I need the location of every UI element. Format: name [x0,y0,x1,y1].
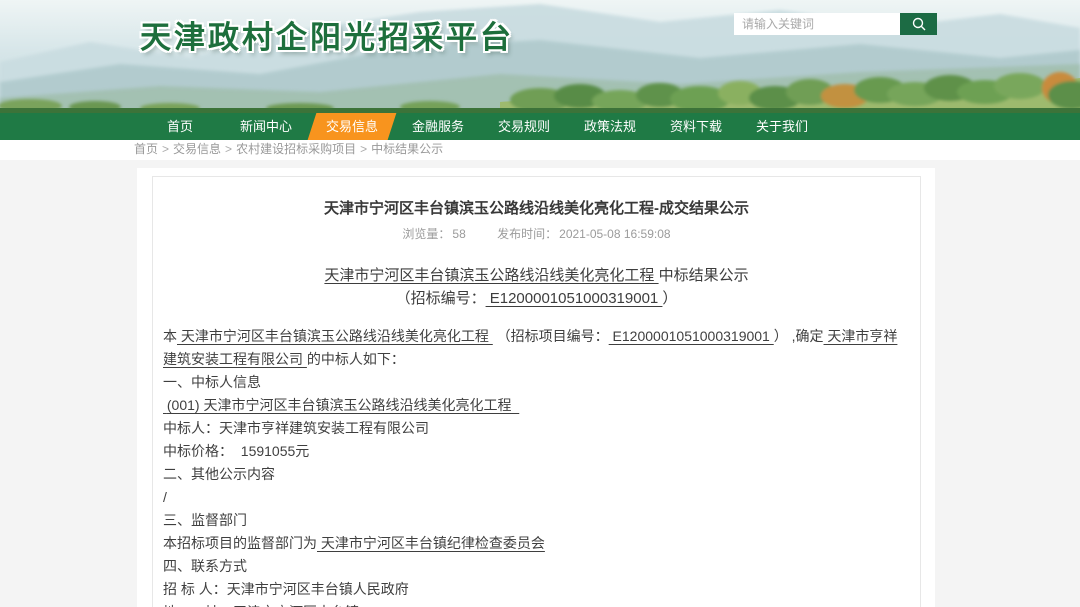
search-input[interactable] [734,13,900,35]
breadcrumb-link[interactable]: 交易信息 [173,142,221,156]
nav-item-trade-info[interactable]: 交易信息 [309,113,395,140]
nav-item-trade-rules[interactable]: 交易规则 [481,113,567,140]
nav-item-label: 交易规则 [498,119,550,134]
text: 中标价格： 1591055元 [163,443,309,459]
text: 中标结果公示 [659,267,749,284]
nav-item-label: 新闻中心 [240,119,292,134]
body-line: 本 天津市宁河区丰台镇滨玉公路线沿线美化亮化工程 （招标项目编号： E12000… [163,325,910,371]
text: 中标人：天津市亨祥建筑安装工程有限公司 [163,420,429,436]
nav-item-financial-services[interactable]: 金融服务 [395,113,481,140]
body-line: 一、中标人信息 [163,371,910,394]
nav-item-label: 关于我们 [756,119,808,134]
body-line: 本招标项目的监督部门为 天津市宁河区丰台镇纪律检查委员会 [163,532,910,555]
site-title: 天津政村企阳光招采平台 [140,12,514,57]
text: （招标项目编号： [493,328,609,344]
page-body: 天津市宁河区丰台镇滨玉公路线沿线美化亮化工程-成交结果公示 浏览量：58 发布时… [0,168,1080,607]
text: 二、其他公示内容 [163,466,275,482]
text: 的中标人如下： [307,351,405,367]
views-label: 浏览量： [402,227,450,241]
underlined-text: 天津市宁河区丰台镇纪律检查委员会 [317,535,545,551]
nav-item-label: 金融服务 [412,119,464,134]
breadcrumb-link[interactable]: 农村建设招标采购项目 [236,142,356,156]
breadcrumb-separator: > [225,142,232,156]
body-line: 四、联系方式 [163,555,910,578]
subtitle-line: 天津市宁河区丰台镇滨玉公路线沿线美化亮化工程 中标结果公示 [163,264,910,287]
article-subtitle-block: 天津市宁河区丰台镇滨玉公路线沿线美化亮化工程 中标结果公示（招标编号： E120… [163,264,910,310]
breadcrumb-current: 中标结果公示 [371,142,443,156]
text: 一、中标人信息 [163,374,261,390]
text: 三、监督部门 [163,512,247,528]
body-line: / [163,486,910,509]
nav-item-label: 首页 [167,119,193,134]
views-count: 58 [452,227,465,241]
publish-meta: 发布时间：2021-05-08 16:59:08 [497,227,670,241]
text: / [163,489,167,505]
underlined-text: E1200001051000319001 [609,328,774,344]
article-meta: 浏览量：58 发布时间：2021-05-08 16:59:08 [163,225,910,242]
search-button[interactable] [900,13,937,35]
body-line: 中标价格： 1591055元 [163,440,910,463]
search-icon [911,16,927,32]
body-line: 地 址：天津市宁河区丰台镇 [163,601,910,607]
article-box: 天津市宁河区丰台镇滨玉公路线沿线美化亮化工程-成交结果公示 浏览量：58 发布时… [152,176,921,607]
nav-item-news-center[interactable]: 新闻中心 [223,113,309,140]
text: 招 标 人：天津市宁河区丰台镇人民政府 [163,581,409,597]
breadcrumb-separator: > [162,142,169,156]
article-title: 天津市宁河区丰台镇滨玉公路线沿线美化亮化工程-成交结果公示 [163,197,910,218]
nav-item-downloads[interactable]: 资料下载 [653,113,739,140]
search-box [734,13,937,35]
body-line: 中标人：天津市亨祥建筑安装工程有限公司 [163,417,910,440]
publish-label: 发布时间： [497,227,557,241]
nav-item-label: 资料下载 [670,119,722,134]
main-nav: 首页 新闻中心 交易信息 金融服务 交易规则 政策法规 资料下载 关于我们 [0,113,1080,140]
body-line: (001) 天津市宁河区丰台镇滨玉公路线沿线美化亮化工程 [163,394,910,417]
nav-item-about-us[interactable]: 关于我们 [739,113,825,140]
page: 天津政村企阳光招采平台 首页新闻中心交易信息金融服务交易规则政策法规资料下载关于… [0,0,1080,607]
breadcrumb-separator: > [360,142,367,156]
nav-item-label: 政策法规 [584,119,636,134]
article-body: 本 天津市宁河区丰台镇滨玉公路线沿线美化亮化工程 （招标项目编号： E12000… [163,325,910,607]
breadcrumb-link[interactable]: 首页 [134,142,158,156]
underlined-text: 天津市宁河区丰台镇滨玉公路线沿线美化亮化工程 [177,328,493,344]
text: ） ,确定 [774,328,824,344]
nav-item-label: 交易信息 [326,119,378,134]
body-line: 三、监督部门 [163,509,910,532]
body-line: 招 标 人：天津市宁河区丰台镇人民政府 [163,578,910,601]
breadcrumb: 首页 > 交易信息 > 农村建设招标采购项目 > 中标结果公示 [0,140,1080,160]
publish-time: 2021-05-08 16:59:08 [559,227,670,241]
body-line: 二、其他公示内容 [163,463,910,486]
text: （招标编号： [396,290,486,307]
views-meta: 浏览量：58 [402,227,465,241]
nav-item-policies[interactable]: 政策法规 [567,113,653,140]
underlined-text: 天津市宁河区丰台镇滨玉公路线沿线美化亮化工程 [324,267,658,284]
header-banner: 天津政村企阳光招采平台 [0,0,1080,113]
text: 本招标项目的监督部门为 [163,535,317,551]
text: ） [662,290,677,307]
underlined-text: (001) 天津市宁河区丰台镇滨玉公路线沿线美化亮化工程 [163,397,519,413]
subtitle-line: （招标编号： E1200001051000319001 ） [163,287,910,310]
text: 四、联系方式 [163,558,247,574]
content-panel: 天津市宁河区丰台镇滨玉公路线沿线美化亮化工程-成交结果公示 浏览量：58 发布时… [137,168,935,607]
text: 本 [163,328,177,344]
underlined-text: E1200001051000319001 [486,290,663,307]
nav-item-home[interactable]: 首页 [137,113,223,140]
